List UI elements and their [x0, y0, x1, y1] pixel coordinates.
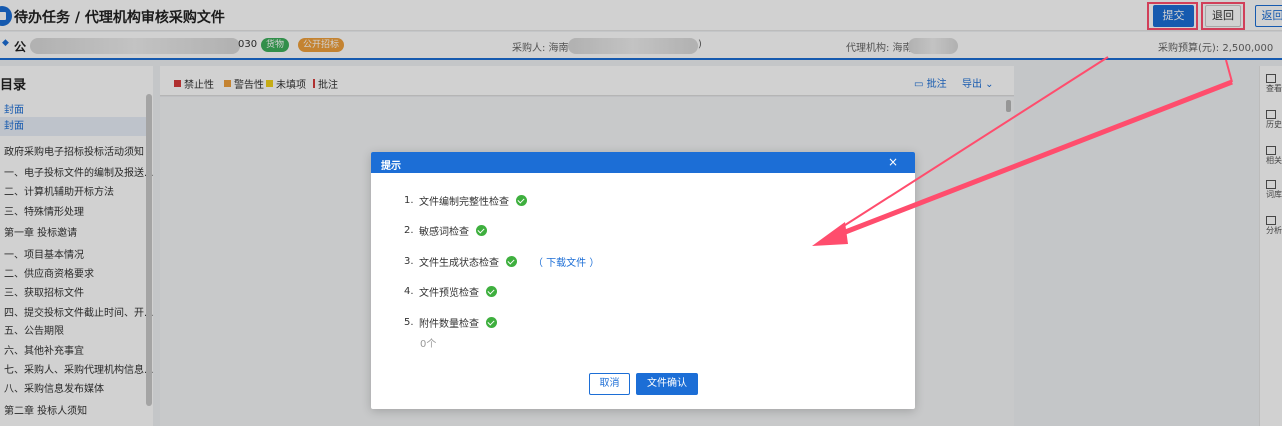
check-number: 5. [404, 317, 414, 328]
close-icon[interactable]: × [888, 155, 898, 169]
check-number: 4. [404, 286, 414, 297]
dialog-header: 提示 × [371, 152, 915, 173]
download-file-link[interactable]: （ 下载文件 ） [533, 254, 599, 269]
check-item-attachment-count: 5. 附件数量检查 [404, 315, 497, 330]
check-item-generation-status: 3. 文件生成状态检查 （ 下载文件 ） [404, 254, 599, 269]
check-success-icon [506, 256, 517, 267]
check-success-icon [486, 286, 497, 297]
dialog-title: 提示 [381, 161, 401, 172]
check-label: 附件数量检查 [419, 319, 479, 330]
check-item-preview: 4. 文件预览检查 [404, 284, 497, 299]
check-number: 1. [404, 195, 414, 206]
check-item-completeness: 1. 文件编制完整性检查 [404, 193, 527, 208]
cancel-button[interactable]: 取消 [589, 373, 630, 395]
check-item-sensitive-words: 2. 敏感词检查 [404, 223, 487, 238]
check-dialog: 提示 × 1. 文件编制完整性检查 2. 敏感词检查 3. 文件生成状态检查 （… [371, 152, 915, 409]
attachment-count: 0个 [420, 339, 437, 350]
check-label: 文件编制完整性检查 [419, 197, 509, 208]
check-success-icon [476, 225, 487, 236]
check-label: 文件生成状态检查 [419, 258, 499, 269]
check-success-icon [486, 317, 497, 328]
check-success-icon [516, 195, 527, 206]
check-label: 文件预览检查 [419, 288, 479, 299]
confirm-file-button[interactable]: 文件确认 [636, 373, 698, 395]
check-label: 敏感词检查 [419, 227, 469, 238]
check-number: 2. [404, 225, 414, 236]
check-number: 3. [404, 256, 414, 267]
